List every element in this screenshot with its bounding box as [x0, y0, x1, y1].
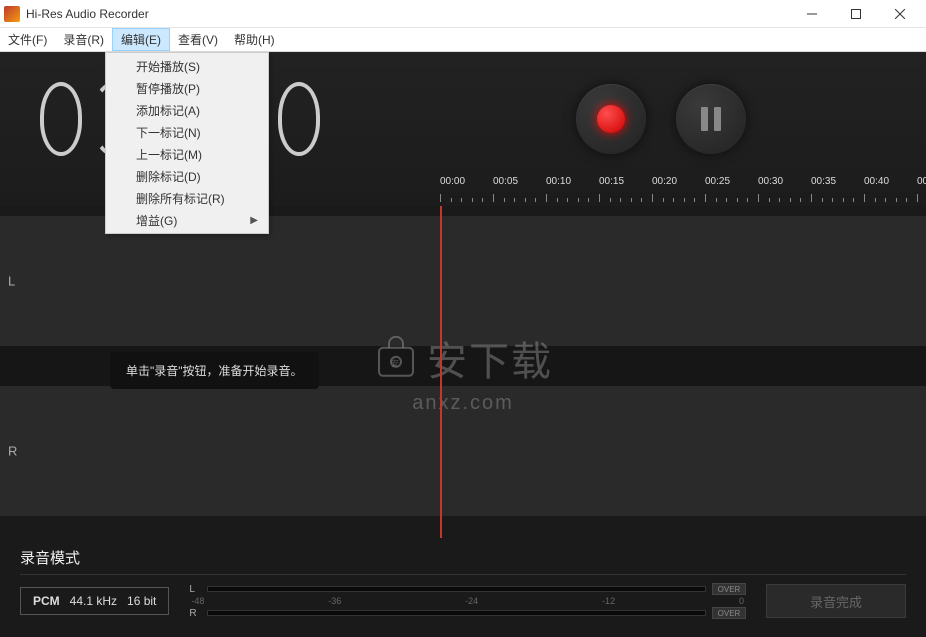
window-title: Hi-Res Audio Recorder [26, 7, 790, 21]
pause-button[interactable] [676, 84, 746, 154]
meter-scale-label: -24 [465, 596, 478, 606]
menu-bar: 文件(F) 录音(R) 编辑(E) 查看(V) 帮助(H) [0, 28, 926, 52]
meter-bar-left [207, 586, 706, 592]
meter-ch-right: R [189, 608, 201, 619]
channel-left: L [0, 216, 926, 346]
menu-help[interactable]: 帮助(H) [226, 28, 283, 51]
menu-gain[interactable]: 增益(G)▶ [108, 209, 266, 231]
ruler-label: 00:05 [493, 176, 546, 187]
format-codec: PCM [33, 594, 60, 608]
ruler-label: 00:20 [652, 176, 705, 187]
format-bits: 16 bit [127, 594, 156, 608]
timeline-ruler[interactable]: 00:0000:0500:1000:1500:2000:2500:3000:35… [440, 176, 926, 202]
menu-view[interactable]: 查看(V) [170, 28, 226, 51]
format-box[interactable]: PCM 44.1 kHz 16 bit [20, 587, 169, 615]
meter-scale-label: -48 [191, 596, 204, 606]
menu-pause-playback[interactable]: 暂停播放(P) [108, 77, 266, 99]
channel-label-right: R [8, 444, 17, 459]
meter-scale-label: 0 [739, 596, 744, 606]
record-icon [597, 105, 625, 133]
meter-bar-right [207, 610, 706, 616]
edit-dropdown: 开始播放(S) 暂停播放(P) 添加标记(A) 下一标记(N) 上一标记(M) … [105, 52, 269, 234]
ruler-label: 00:35 [811, 176, 864, 187]
title-bar: Hi-Res Audio Recorder [0, 0, 926, 28]
menu-next-marker[interactable]: 下一标记(N) [108, 121, 266, 143]
menu-record[interactable]: 录音(R) [55, 28, 112, 51]
ruler-label: 00:00 [440, 176, 493, 187]
ruler-label: 00:15 [599, 176, 652, 187]
menu-prev-marker[interactable]: 上一标记(M) [108, 143, 266, 165]
hint-tooltip: 单击"录音"按钮，准备开始录音。 [110, 352, 319, 389]
meter-ch-left: L [189, 584, 201, 595]
submenu-arrow-icon: ▶ [250, 215, 258, 226]
recording-mode-title: 录音模式 [20, 547, 906, 575]
format-rate: 44.1 kHz [70, 594, 117, 608]
ruler-label: 00:10 [546, 176, 599, 187]
menu-delete-all-markers[interactable]: 删除所有标记(R) [108, 187, 266, 209]
menu-start-playback[interactable]: 开始播放(S) [108, 55, 266, 77]
app-icon [4, 6, 20, 22]
finish-recording-button[interactable]: 录音完成 [766, 584, 906, 618]
channel-label-left: L [8, 274, 15, 289]
counter-digit [278, 82, 320, 156]
pause-icon [701, 107, 721, 131]
close-button[interactable] [878, 0, 922, 28]
meter-scale-label: -12 [602, 596, 615, 606]
ruler-label: 00:25 [705, 176, 758, 187]
bottom-panel: 录音模式 PCM 44.1 kHz 16 bit L OVER -48 -36 -2… [0, 537, 926, 637]
channel-right: R [0, 386, 926, 516]
menu-add-marker[interactable]: 添加标记(A) [108, 99, 266, 121]
meter-scale-label: -36 [328, 596, 341, 606]
menu-delete-marker[interactable]: 删除标记(D) [108, 165, 266, 187]
level-meters: L OVER -48 -36 -24 -12 0 R OVER [189, 583, 746, 619]
counter-digit [40, 82, 82, 156]
ruler-label: 00:30 [758, 176, 811, 187]
minimize-button[interactable] [790, 0, 834, 28]
ruler-label: 00 [917, 176, 926, 187]
menu-edit[interactable]: 编辑(E) [112, 28, 170, 51]
menu-file[interactable]: 文件(F) [0, 28, 55, 51]
playhead[interactable] [440, 206, 442, 538]
ruler-label: 00:40 [864, 176, 917, 187]
record-button[interactable] [576, 84, 646, 154]
over-indicator-right: OVER [712, 607, 746, 619]
over-indicator-left: OVER [712, 583, 746, 595]
maximize-button[interactable] [834, 0, 878, 28]
